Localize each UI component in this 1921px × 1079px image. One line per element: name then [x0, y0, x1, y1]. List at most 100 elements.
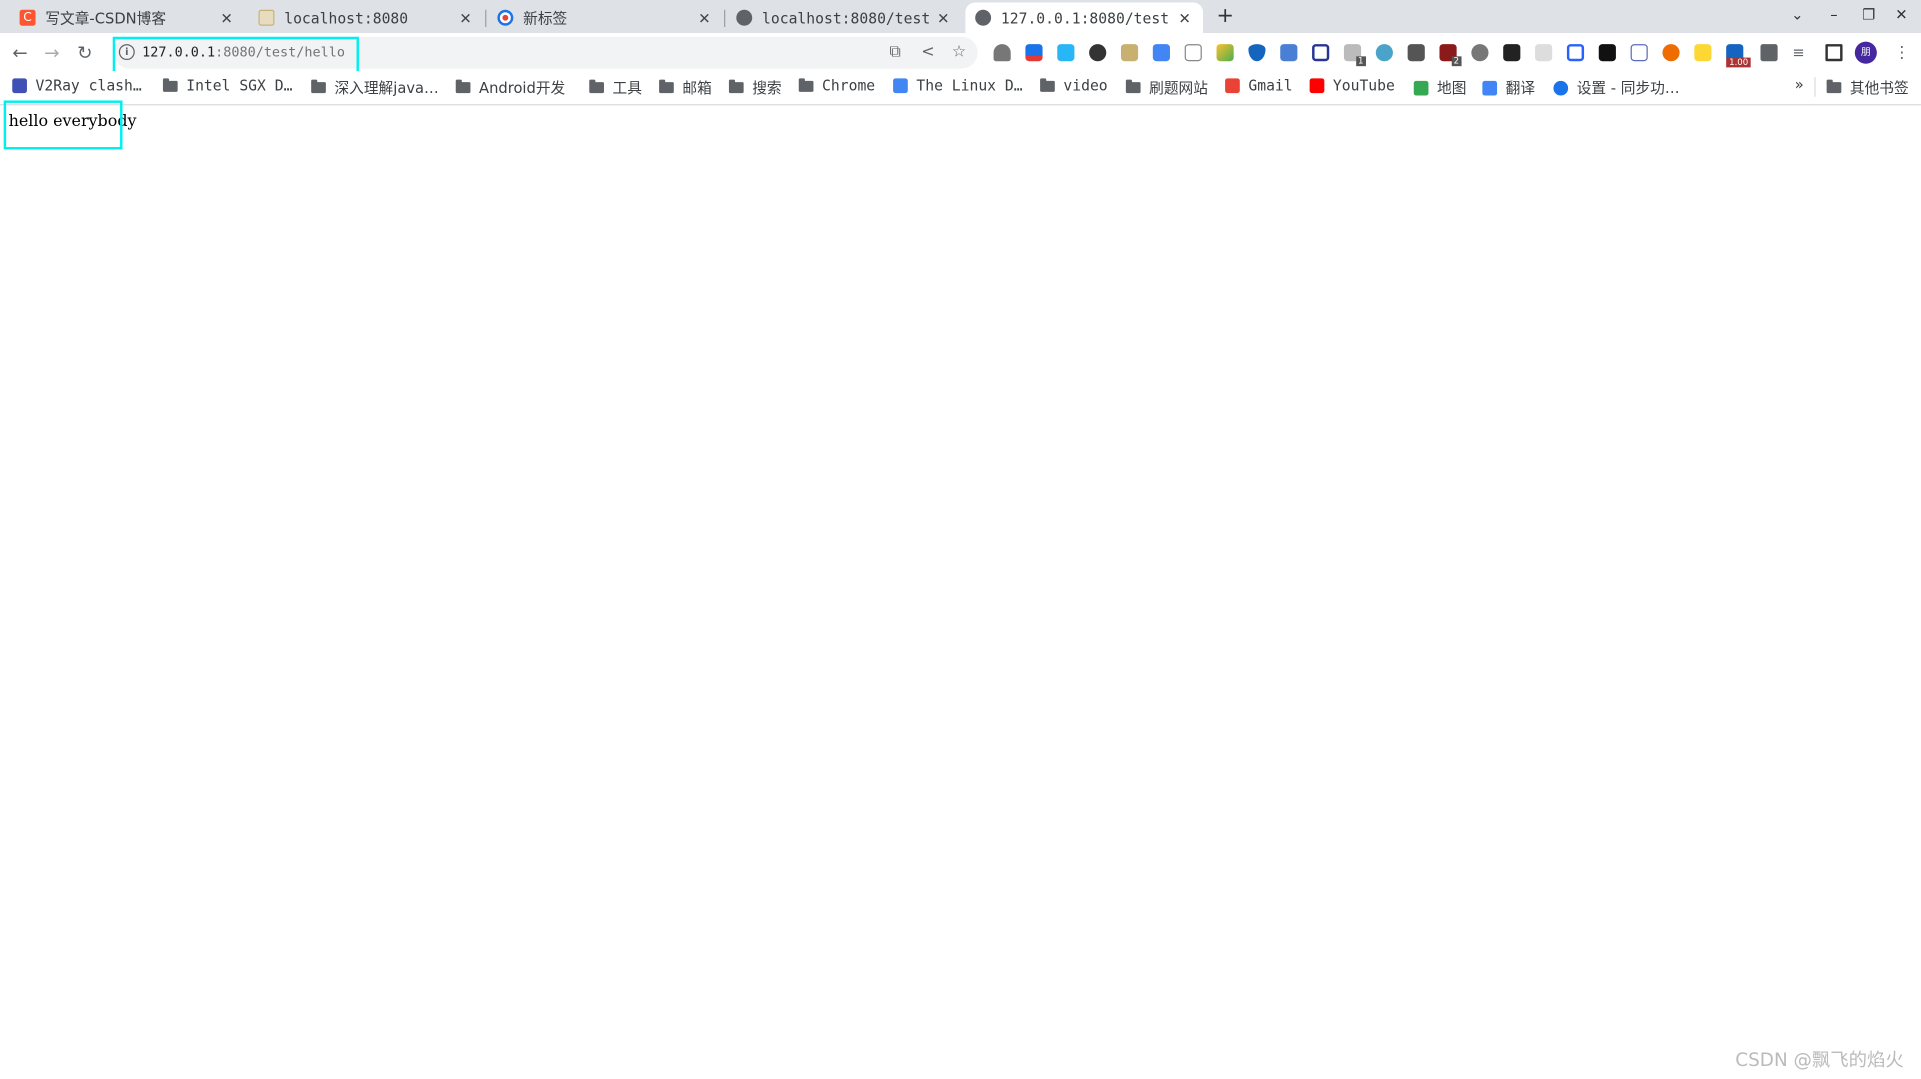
bookmark-item[interactable]: Chrome: [798, 77, 875, 94]
cat-extension-icon[interactable]: [1694, 44, 1712, 62]
bowl-extension-icon[interactable]: [1375, 44, 1393, 62]
bookmark-label: 搜索: [752, 79, 782, 97]
apps-extension-icon[interactable]: [1407, 44, 1425, 62]
bookmark-label: YouTube: [1332, 77, 1395, 95]
bookmark-label: 工具: [612, 79, 642, 97]
mail-extension-icon[interactable]: 1: [1343, 44, 1366, 67]
tab-localhost-test[interactable]: localhost:8080/test ✕: [726, 2, 961, 33]
tab-title: 写文章-CSDN博客: [45, 9, 167, 27]
upload-extension-icon[interactable]: [1280, 44, 1298, 62]
ublock-icon[interactable]: 2: [1439, 44, 1462, 67]
forward-button[interactable]: →: [44, 42, 59, 64]
gear-icon: [1553, 80, 1569, 95]
bookmark-label: 刷题网站: [1149, 79, 1208, 97]
bookmark-item[interactable]: Intel SGX D…: [162, 77, 293, 95]
sitemap-extension-icon[interactable]: [1184, 44, 1202, 62]
folder-icon: [728, 79, 744, 94]
face-extension-icon[interactable]: [1089, 44, 1107, 62]
bookmark-item[interactable]: Gmail: [1225, 77, 1293, 94]
parachute-extension-icon[interactable]: [993, 44, 1011, 62]
bookmark-item[interactable]: video: [1040, 77, 1108, 94]
speed-extension-icon[interactable]: 1.00: [1726, 44, 1751, 68]
link-extension-icon[interactable]: [1566, 44, 1585, 62]
tab-title: 新标签: [523, 9, 568, 27]
bookmark-label: Intel SGX D…: [186, 77, 293, 95]
tab-active-127[interactable]: 127.0.0.1:8080/test ✕: [965, 2, 1204, 34]
tab-title: 127.0.0.1:8080/test: [1000, 9, 1170, 27]
bookmark-item[interactable]: V2Ray clash…: [12, 77, 142, 94]
close-icon[interactable]: ✕: [1176, 9, 1193, 26]
clipboard-extension-icon[interactable]: [1630, 44, 1648, 62]
close-icon[interactable]: ✕: [457, 9, 474, 26]
folder-icon: [162, 77, 178, 92]
google-translate-extension-icon[interactable]: [1152, 44, 1170, 62]
window-extension-icon[interactable]: [1312, 44, 1330, 62]
l-extension-icon[interactable]: [1503, 44, 1521, 62]
close-icon[interactable]: ✕: [218, 9, 235, 26]
folder-icon: [311, 79, 326, 94]
page-content: hello everybody CSDN @飘飞的焰火: [0, 105, 1921, 1079]
watermark: CSDN @飘飞的焰火: [1735, 1048, 1904, 1071]
translate-icon: [1482, 80, 1498, 95]
folder-icon: [1125, 79, 1141, 94]
bookmark-item[interactable]: 翻译: [1482, 77, 1535, 98]
tampermonkey-icon[interactable]: [1598, 44, 1616, 62]
csdn-icon: C: [19, 9, 36, 26]
bookmark-item[interactable]: 搜索: [728, 77, 782, 98]
other-bookmarks[interactable]: 其他书签: [1826, 77, 1909, 98]
bookmark-item[interactable]: 刷题网站: [1125, 77, 1208, 98]
gmail-icon: [1225, 78, 1240, 94]
back-button[interactable]: ←: [12, 42, 27, 64]
badge: 2: [1451, 56, 1462, 67]
puzzle-extensions-icon[interactable]: [1760, 44, 1778, 62]
minimize-button[interactable]: –: [1830, 6, 1837, 23]
close-icon[interactable]: ✕: [696, 9, 713, 26]
new-tab-button[interactable]: +: [1217, 4, 1234, 29]
bookmark-label: 地图: [1437, 79, 1467, 97]
image-extension-icon[interactable]: [1120, 44, 1139, 62]
close-icon[interactable]: ✕: [935, 9, 952, 26]
v2ray-icon: [12, 78, 27, 94]
bookmark-star-icon[interactable]: ☆: [952, 43, 966, 61]
bookmark-label: video: [1063, 77, 1108, 95]
tab-title: localhost:8080/test: [762, 9, 931, 27]
copy-extension-icon[interactable]: [1057, 44, 1075, 62]
more-bookmarks-button[interactable]: »: [1795, 76, 1804, 93]
bookmark-item[interactable]: 工具: [589, 77, 642, 98]
bookmark-label: The Linux D…: [916, 77, 1023, 95]
reload-button[interactable]: ↻: [77, 42, 92, 64]
reading-list-icon[interactable]: ≡: [1792, 44, 1809, 61]
image-icon: [258, 9, 275, 26]
menu-icon[interactable]: ⋮: [1894, 44, 1911, 62]
folder-icon: [1040, 77, 1055, 92]
bookmark-label: 深入理解java…: [334, 79, 439, 97]
bookmark-item[interactable]: Android开发: [455, 77, 565, 98]
bookmark-item[interactable]: The Linux D…: [893, 77, 1023, 95]
tab-new-tab[interactable]: 新标签 ✕: [488, 2, 726, 33]
tab-search-button[interactable]: ⌄: [1791, 6, 1803, 23]
youtube-icon: [1309, 78, 1325, 94]
text-highlight-box: [3, 100, 123, 150]
avatar[interactable]: 朋: [1854, 41, 1877, 64]
share-icon[interactable]: <: [921, 43, 934, 61]
tab-csdn[interactable]: C 写文章-CSDN博客 ✕: [10, 2, 245, 33]
close-window-button[interactable]: ✕: [1895, 6, 1907, 23]
tab-strip: C 写文章-CSDN博客 ✕ localhost:8080 ✕ 新标签 ✕ lo…: [0, 0, 1921, 34]
side-panel-icon[interactable]: [1825, 44, 1843, 62]
download-extension-icon[interactable]: [1025, 44, 1043, 62]
browser-window: C 写文章-CSDN博客 ✕ localhost:8080 ✕ 新标签 ✕ lo…: [0, 0, 1921, 1079]
translate-page-icon[interactable]: ⧉: [889, 43, 900, 61]
person-extension-icon[interactable]: [1662, 44, 1680, 62]
bookmark-item[interactable]: YouTube: [1309, 77, 1395, 95]
lightbulb-extension-icon[interactable]: [1471, 44, 1489, 62]
percent-extension-icon[interactable]: [1535, 44, 1553, 62]
bookmark-item[interactable]: 设置 - 同步功…: [1553, 77, 1680, 98]
bookmark-item[interactable]: 邮箱: [659, 77, 712, 98]
restore-button[interactable]: ❐: [1862, 6, 1875, 23]
bookmark-item[interactable]: 地图: [1413, 77, 1467, 98]
globe-icon: [975, 9, 992, 26]
download-arrow-extension-icon[interactable]: [1216, 44, 1234, 62]
divider: [1814, 77, 1816, 97]
tab-localhost[interactable]: localhost:8080 ✕: [249, 2, 487, 33]
bookmark-item[interactable]: 深入理解java…: [311, 77, 439, 98]
